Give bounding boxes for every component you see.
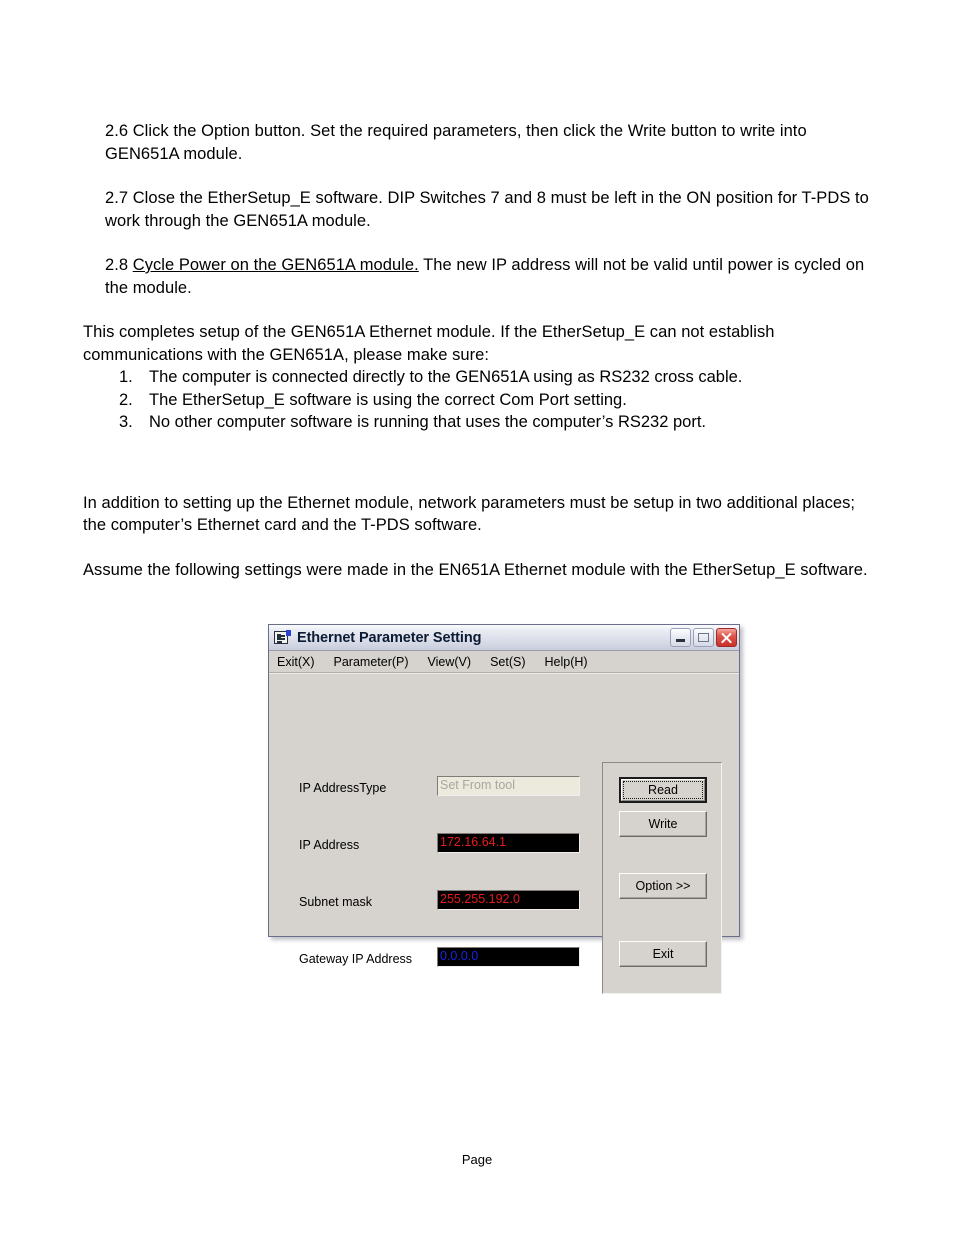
label-gateway-ip-address: Gateway IP Address xyxy=(299,952,413,966)
field-row-ip-address: IP Address 172.16.64.1 xyxy=(269,833,599,857)
list-item-number: 3. xyxy=(119,413,133,431)
list-item: 3. No other computer software is running … xyxy=(119,411,873,434)
menu-item-view[interactable]: View(V) xyxy=(428,655,472,669)
menu-item-parameter[interactable]: Parameter(P) xyxy=(334,655,409,669)
read-button[interactable]: Read xyxy=(619,777,707,803)
list-item-number: 2. xyxy=(119,390,133,409)
list-item-text: The computer is connected directly to th… xyxy=(149,368,743,386)
parameter-form: IP AddressType Set From tool IP Address … xyxy=(269,674,599,967)
dialog-frame: Ethernet Parameter Setting Exit(X) Param… xyxy=(268,624,740,994)
document-form-icon xyxy=(274,630,291,645)
ethernet-parameter-setting-window: Ethernet Parameter Setting Exit(X) Param… xyxy=(268,624,740,994)
subnet-mask-input[interactable]: 255.255.192.0 xyxy=(437,890,580,910)
paragraph-2-6: 2.6 Click the Option button. Set the req… xyxy=(105,122,807,163)
paragraph-additional-places: In addition to setting up the Ethernet m… xyxy=(83,493,856,535)
field-row-gateway-ip-address: Gateway IP Address 0.0.0.0 xyxy=(269,947,599,971)
paragraph-2-8: 2.8 Cycle Power on the GEN651A module. T… xyxy=(105,254,873,299)
read-button-label: Read xyxy=(648,783,678,797)
maximize-icon[interactable] xyxy=(693,628,714,647)
label-ip-address: IP Address xyxy=(299,838,360,852)
document-body: 2.6 Click the Option button. Set the req… xyxy=(83,120,873,603)
window-controls xyxy=(670,628,737,647)
label-subnet-mask: Subnet mask xyxy=(299,895,372,909)
list-item: 1. The computer is connected directly to … xyxy=(119,366,873,389)
gateway-ip-address-input[interactable]: 0.0.0.0 xyxy=(437,947,580,967)
menu-item-exit[interactable]: Exit(X) xyxy=(277,655,315,669)
list-item-number: 1. xyxy=(119,368,133,386)
page-canvas: 2.6 Click the Option button. Set the req… xyxy=(0,0,954,1235)
exit-button-label: Exit xyxy=(652,947,674,961)
list-item-text: No other computer software is running th… xyxy=(149,413,707,431)
paragraph-assume-settings: Assume the following settings were made … xyxy=(83,560,868,579)
list-item-text: The EtherSetup_E software is using the c… xyxy=(149,390,627,409)
paragraph-completes-setup: This completes setup of the GEN651A Ethe… xyxy=(83,323,775,364)
minimize-icon[interactable] xyxy=(670,628,691,647)
menu-item-set[interactable]: Set(S) xyxy=(490,655,525,669)
window-title: Ethernet Parameter Setting xyxy=(297,629,482,646)
write-button-label: Write xyxy=(648,817,678,831)
exit-button[interactable]: Exit xyxy=(619,941,707,967)
troubleshooting-checklist: 1. The computer is connected directly to … xyxy=(83,366,873,434)
field-row-subnet-mask: Subnet mask 255.255.192.0 xyxy=(269,890,599,914)
footer-label: Page xyxy=(461,1152,493,1167)
menu-item-help[interactable]: Help(H) xyxy=(545,655,588,669)
close-icon[interactable] xyxy=(716,628,737,647)
ip-address-type-input: Set From tool xyxy=(437,776,580,796)
menu-bar: Exit(X) Parameter(P) View(V) Set(S) Help… xyxy=(269,651,739,673)
option-button-label: Option >> xyxy=(635,879,691,893)
paragraph-2-8-prefix: 2.8 xyxy=(105,256,133,274)
dialog-content: IP AddressType Set From tool IP Address … xyxy=(269,673,739,994)
label-ip-address-type: IP AddressType xyxy=(299,781,387,795)
title-bar[interactable]: Ethernet Parameter Setting xyxy=(269,625,739,651)
ip-address-input[interactable]: 172.16.64.1 xyxy=(437,833,580,853)
paragraph-2-8-underlined: Cycle Power on the GEN651A module. xyxy=(132,256,419,274)
field-row-ip-address-type: IP AddressType Set From tool xyxy=(269,776,599,800)
page-footer: Page xyxy=(0,1152,954,1167)
write-button[interactable]: Write xyxy=(619,811,707,837)
action-button-panel: Read Write Option >> Exit xyxy=(602,762,722,994)
option-button[interactable]: Option >> xyxy=(619,873,707,899)
paragraph-2-7: 2.7 Close the EtherSetup_E software. DIP… xyxy=(105,189,869,230)
list-item: 2. The EtherSetup_E software is using the… xyxy=(119,389,873,412)
